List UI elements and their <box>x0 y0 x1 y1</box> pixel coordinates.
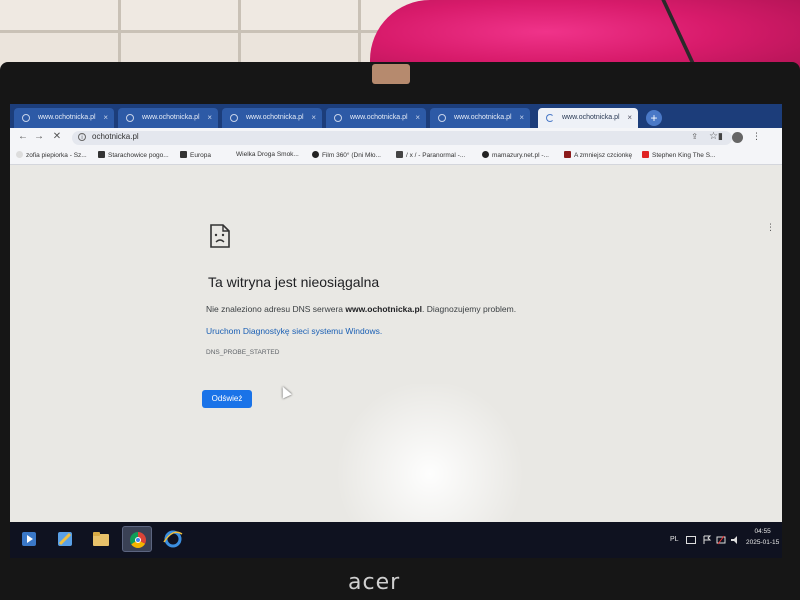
stop-icon[interactable]: ✕ <box>50 131 64 142</box>
bookmark-item[interactable]: mamazury.net.pl -... <box>482 151 549 159</box>
paint-icon <box>58 532 72 546</box>
tab-title: www.ochotnicka.pl <box>454 114 512 121</box>
globe-icon <box>22 114 30 122</box>
bookmark-item[interactable]: Wielka Droga Smok... <box>236 151 299 158</box>
laptop-screen: www.ochotnicka.pl × www.ochotnicka.pl × … <box>10 104 782 558</box>
site-icon <box>180 151 187 158</box>
globe-icon <box>230 114 238 122</box>
google-icon <box>16 151 23 158</box>
info-icon[interactable]: i <box>78 133 86 141</box>
reload-button[interactable]: Odśwież <box>202 390 252 408</box>
tab-title: www.ochotnicka.pl <box>350 114 408 121</box>
bookmark-item[interactable]: zofia piepiorka - Sz... <box>16 151 87 159</box>
close-icon[interactable]: × <box>519 108 524 128</box>
bookmark-item[interactable]: Film 360° (Dni Mło... <box>312 151 381 159</box>
network-icon[interactable] <box>716 535 726 545</box>
error-message: Nie znaleziono adresu DNS serwera www.oc… <box>206 304 517 314</box>
share-icon[interactable]: ⇪ <box>691 132 698 141</box>
keyboard-icon[interactable] <box>686 536 696 544</box>
clock-date: 2025-01-15 <box>746 539 780 546</box>
tab-title: www.ochotnicka.pl <box>562 114 620 121</box>
close-icon[interactable]: × <box>207 108 212 128</box>
internet-explorer-icon <box>163 530 183 548</box>
flag-icon[interactable] <box>702 535 712 545</box>
tab-6-active[interactable]: www.ochotnicka.pl × <box>538 108 638 128</box>
webcam-tape <box>372 64 410 84</box>
globe-icon <box>312 151 319 158</box>
site-icon <box>564 151 571 158</box>
forward-icon[interactable]: → <box>32 131 46 142</box>
globe-icon <box>334 114 342 122</box>
media-player-icon <box>22 532 36 546</box>
tab-title: www.ochotnicka.pl <box>246 114 304 121</box>
globe-icon <box>482 151 489 158</box>
bookmark-item[interactable]: / x / - Paranormal -... <box>396 151 465 159</box>
address-text[interactable]: ochotnicka.pl <box>92 132 139 141</box>
menu-icon[interactable]: ⋮ <box>752 131 761 142</box>
bookmark-item[interactable]: A zmniejsz czcionkę <box>564 151 632 159</box>
site-icon <box>98 151 105 158</box>
tab-3[interactable]: www.ochotnicka.pl × <box>222 108 322 128</box>
chrome-icon <box>130 532 146 548</box>
site-icon <box>396 151 403 158</box>
taskbar-app[interactable] <box>50 526 80 552</box>
browser-toolbar: ← → ✕ i ochotnicka.pl ⇪ ☆ ▮ ⋮ <box>10 128 782 148</box>
back-icon[interactable]: ← <box>16 131 30 142</box>
language-indicator[interactable]: PL <box>670 536 679 543</box>
taskbar-app[interactable] <box>158 526 188 552</box>
tab-1[interactable]: www.ochotnicka.pl × <box>14 108 114 128</box>
close-icon[interactable]: × <box>311 108 316 128</box>
acer-logo: acer <box>348 570 401 595</box>
bookmark-item[interactable]: Europa <box>180 151 211 159</box>
error-code: DNS_PROBE_STARTED <box>206 349 280 356</box>
profile-avatar[interactable] <box>732 132 743 143</box>
windows-taskbar: PL 04:55 2025-01-15 <box>10 522 782 558</box>
clock-time: 04:55 <box>754 528 771 535</box>
bookmark-item[interactable]: Stephen King The S... <box>642 151 715 159</box>
error-domain: www.ochotnicka.pl <box>345 304 423 314</box>
tab-title: www.ochotnicka.pl <box>38 114 96 121</box>
tab-2[interactable]: www.ochotnicka.pl × <box>118 108 218 128</box>
error-title: Ta witryna jest nieosiągalna <box>208 274 380 290</box>
taskbar-app[interactable] <box>86 526 116 552</box>
sad-page-icon <box>210 224 230 248</box>
sidebar-icon[interactable]: ▮ <box>718 131 723 142</box>
mouse-cursor-icon <box>278 384 292 399</box>
new-tab-button[interactable]: + <box>646 110 662 126</box>
taskbar-app[interactable] <box>14 526 44 552</box>
volume-icon[interactable] <box>730 535 740 545</box>
tab-4[interactable]: www.ochotnicka.pl × <box>326 108 426 128</box>
bookmark-item[interactable]: Starachowice pogo... <box>98 151 169 159</box>
close-icon[interactable]: × <box>103 108 108 128</box>
system-clock[interactable]: 04:55 2025-01-15 <box>746 526 779 548</box>
globe-icon <box>126 114 134 122</box>
address-bar[interactable]: i ochotnicka.pl ⇪ ☆ <box>72 131 732 145</box>
taskbar-chrome[interactable] <box>122 526 152 552</box>
loading-spinner-icon <box>546 114 554 122</box>
bookmark-star-icon[interactable]: ☆ <box>709 131 718 142</box>
run-diagnostics-link[interactable]: Uruchom Diagnostykę sieci systemu Window… <box>206 326 382 336</box>
tab-title: www.ochotnicka.pl <box>142 114 200 121</box>
menu-icon[interactable]: ⋮ <box>766 222 775 233</box>
youtube-icon <box>642 151 649 158</box>
folder-icon <box>93 532 109 546</box>
globe-icon <box>438 114 446 122</box>
tab-5[interactable]: www.ochotnicka.pl × <box>430 108 530 128</box>
tab-bar: www.ochotnicka.pl × www.ochotnicka.pl × … <box>10 104 782 128</box>
close-icon[interactable]: × <box>415 108 420 128</box>
close-icon[interactable]: × <box>627 108 632 128</box>
bookmarks-bar: zofia piepiorka - Sz... Starachowice pog… <box>10 148 782 165</box>
